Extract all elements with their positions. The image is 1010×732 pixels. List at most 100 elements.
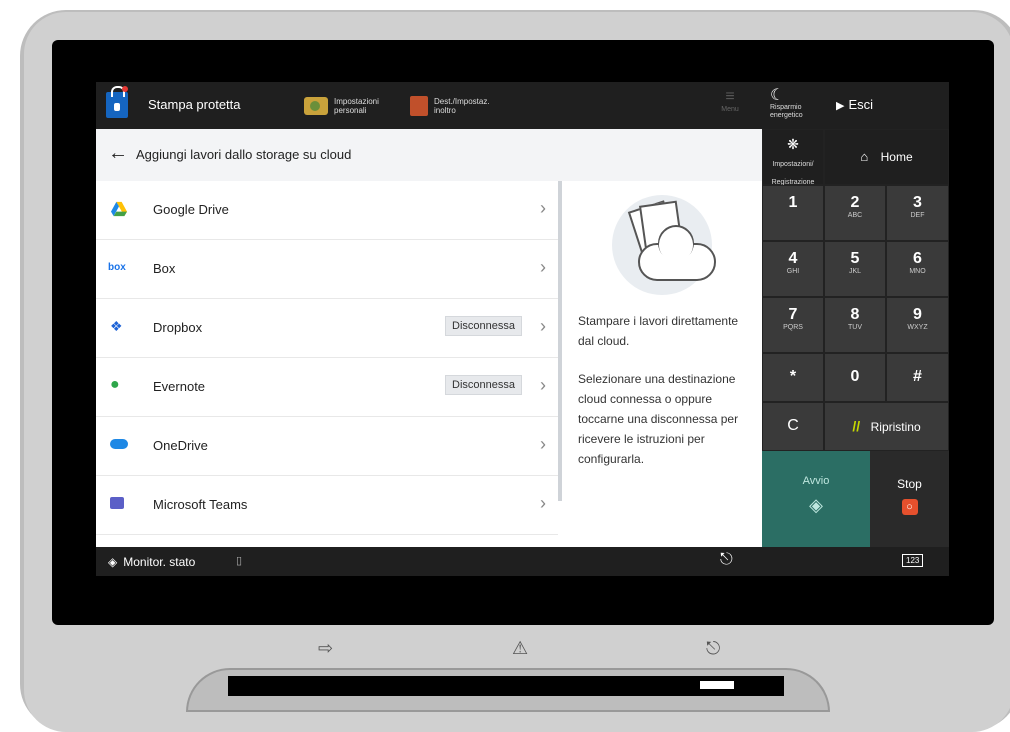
list-item-label: Google Drive (153, 202, 229, 217)
key-digit: 3 (913, 194, 922, 211)
list-item-label: Dropbox (153, 320, 203, 335)
energy-save-button[interactable]: ☾ Risparmio energetico (770, 88, 820, 120)
key-digit: # (913, 368, 922, 385)
key-2[interactable]: 2 ABC (824, 185, 886, 241)
status-badge: Disconnessa (445, 375, 522, 395)
clear-button[interactable]: C (762, 402, 824, 451)
chevron-right-icon: › (540, 375, 546, 395)
key-4[interactable]: 4 GHI (762, 241, 824, 297)
exit-icon: ▶ (836, 100, 845, 112)
menu-icon: ≡ (725, 88, 735, 105)
status-monitor-icon: ◈ (108, 555, 118, 569)
key-letters: DEF (910, 212, 925, 219)
back-arrow-icon[interactable]: ← (108, 142, 128, 165)
start-label: Avvio (802, 475, 830, 487)
google-drive-icon (111, 201, 127, 217)
forwarding-settings-icon (410, 96, 428, 116)
power-hardware-icon: ⎋ (706, 638, 721, 658)
stop-label: Stop (897, 477, 922, 491)
right-top-bar: ☾ Risparmio energetico ▶ Esci (762, 82, 949, 129)
key-8[interactable]: 8 TUV (824, 297, 886, 353)
list-item[interactable]: OneDrive › (96, 417, 558, 476)
info-text-2: Selezionare una destinazione cloud conne… (578, 372, 739, 466)
key-1[interactable]: 1 (762, 185, 824, 241)
energy-save-label: Risparmio energetico (770, 104, 803, 119)
key-letters: ABC (847, 212, 863, 219)
list-item[interactable]: box Box › (96, 240, 558, 299)
key-digit: * (789, 368, 797, 385)
key-5[interactable]: 5 JKL (824, 241, 886, 297)
lock-icon (106, 86, 128, 118)
key-digit: 9 (913, 306, 922, 323)
home-label: Home (880, 150, 913, 164)
list-item[interactable]: ❖ Dropbox Disconnessa › (96, 299, 558, 358)
warning-hardware-icon: ⚠ (512, 638, 529, 658)
reset-button[interactable]: // Ripristino (824, 402, 949, 451)
status-monitor-label: Monitor. stato (123, 555, 196, 569)
key-digit: 2 (850, 194, 860, 211)
chevron-right-icon: › (540, 257, 546, 277)
key-letters: MNO (909, 268, 926, 275)
chevron-right-icon: › (540, 434, 546, 454)
clear-label: C (787, 417, 799, 434)
key-hash[interactable]: # (886, 353, 949, 402)
key-letters: PQRS (783, 324, 803, 331)
key-digit: 4 (788, 250, 798, 267)
key-letters: GHI (786, 268, 800, 275)
key-letters: WXYZ (907, 324, 928, 331)
key-7[interactable]: 7 PQRS (762, 297, 824, 353)
chevron-right-icon: › (540, 493, 546, 513)
chevron-right-icon: › (540, 316, 546, 336)
chevron-right-icon: › (540, 198, 546, 218)
menu-button[interactable]: ≡ Menu (708, 88, 752, 124)
key-9[interactable]: 9 WXYZ (886, 297, 949, 353)
key-3[interactable]: 3 DEF (886, 185, 949, 241)
list-item[interactable]: Google Drive › (96, 181, 558, 240)
top-bar: Stampa protetta Impostazioni personali D… (96, 82, 762, 129)
status-monitor-button[interactable]: ◈ Monitor. stato (108, 555, 195, 569)
start-button[interactable]: Avvio ◈ (762, 451, 870, 547)
key-0[interactable]: 0 (824, 353, 886, 402)
settings-registration-label: Impostazioni/ Registrazione (771, 161, 815, 186)
personal-settings-label: Impostazioni personali (334, 97, 379, 115)
settings-registration-button[interactable]: ❋ Impostazioni/ Registrazione (762, 129, 824, 186)
key-6[interactable]: 6 MNO (886, 241, 949, 297)
dropbox-icon: ❖ (110, 318, 123, 334)
stop-icon: ○ (901, 499, 918, 515)
key-digit: 6 (913, 250, 922, 267)
forwarding-settings-button[interactable]: Dest./Impostaz. inoltro (410, 90, 494, 122)
cloud-service-list: Google Drive › box Box › ❖ Dropbox Disco… (96, 181, 558, 547)
exit-button[interactable]: ▶ Esci (836, 97, 873, 112)
stop-button[interactable]: Stop ○ (870, 451, 949, 547)
list-item-label: Evernote (153, 379, 206, 394)
list-item[interactable]: Microsoft Teams › (96, 476, 558, 535)
evernote-icon: ● (110, 376, 120, 393)
keyboard-toggle-button[interactable]: 123 (902, 554, 924, 567)
key-asterisk[interactable]: * (762, 353, 824, 402)
list-item-label: OneDrive (153, 438, 208, 453)
status-bar: ◈ Monitor. stato ▯ ⎋ 123 (96, 547, 949, 576)
info-panel: Stampare i lavori direttamente dal cloud… (562, 181, 762, 547)
info-text-1: Stampare i lavori direttamente dal cloud… (578, 314, 739, 348)
key-digit: 8 (850, 306, 860, 323)
cloud-document-illustration (612, 195, 716, 295)
forwarding-settings-label: Dest./Impostaz. inoltro (434, 97, 490, 115)
personal-settings-button[interactable]: Impostazioni personali (304, 90, 390, 122)
network-icon[interactable]: ⎋ (720, 551, 733, 569)
onedrive-icon (110, 439, 128, 449)
list-item-label: Microsoft Teams (153, 497, 248, 512)
list-item[interactable]: ● Evernote Disconnessa › (96, 358, 558, 417)
personal-settings-icon (304, 97, 328, 115)
reset-label: Ripristino (870, 420, 921, 434)
key-digit: 0 (850, 368, 860, 385)
home-icon: ⌂ (860, 149, 869, 164)
touchscreen: Stampa protetta Impostazioni personali D… (96, 82, 949, 576)
teams-icon (110, 497, 124, 509)
menu-label: Menu (721, 106, 739, 113)
key-digit: 7 (788, 306, 798, 323)
status-badge: Disconnessa (445, 316, 522, 336)
home-button[interactable]: ⌂ Home (824, 129, 949, 185)
device-indicator (700, 681, 734, 689)
key-digit: 1 (788, 194, 798, 211)
key-letters: JKL (848, 268, 862, 275)
